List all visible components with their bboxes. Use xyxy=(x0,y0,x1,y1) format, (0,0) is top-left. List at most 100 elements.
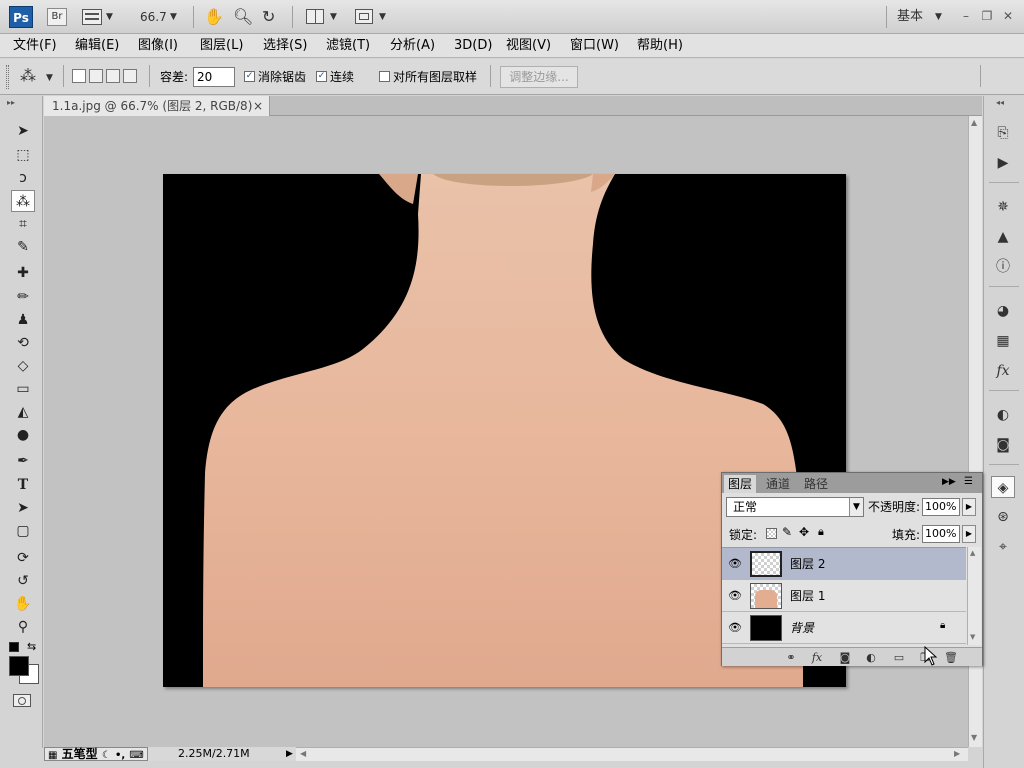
subtract-from-selection-icon[interactable] xyxy=(106,69,120,83)
screen-mode-icon[interactable] xyxy=(355,9,373,24)
visibility-eye-icon[interactable]: 👁︎ xyxy=(728,589,742,603)
zoom-tool-icon[interactable]: 🔍︎ xyxy=(233,7,253,27)
menu-view[interactable]: 视图(V) xyxy=(506,37,551,55)
scroll-left-icon[interactable]: ◀ xyxy=(300,749,306,758)
arrange-documents-icon[interactable] xyxy=(306,9,324,24)
chevron-down-icon[interactable]: ▼ xyxy=(106,12,113,22)
brush-tool-icon[interactable]: ✏ xyxy=(11,286,35,308)
color-panel-icon[interactable]: ◕ xyxy=(991,300,1015,322)
menu-select[interactable]: 选择(S) xyxy=(263,37,307,55)
horizontal-scrollbar[interactable]: ◀ ▶ xyxy=(296,747,968,761)
dodge-tool-icon[interactable]: ● xyxy=(11,424,35,446)
zoom-level[interactable]: 66.7 xyxy=(140,7,167,27)
path-selection-tool-icon[interactable]: ➤ xyxy=(11,497,35,519)
eyedropper-tool-icon[interactable]: ✎ xyxy=(11,236,35,258)
magic-wand-tool-icon[interactable]: ⁂ xyxy=(11,190,35,212)
chevron-down-icon[interactable]: ▼ xyxy=(379,12,386,22)
chevron-down-icon[interactable]: ▼ xyxy=(935,12,942,22)
pen-tool-icon[interactable]: ✒ xyxy=(11,450,35,472)
tab-paths[interactable]: 路径 xyxy=(800,475,832,493)
close-icon[interactable]: × xyxy=(253,96,263,116)
history-panel-icon[interactable]: ⎘ xyxy=(991,122,1015,144)
chevron-down-icon[interactable]: ▼ xyxy=(330,12,337,22)
blend-mode-select[interactable]: 正常 ▼ xyxy=(726,497,864,517)
actions-panel-icon[interactable]: ▶ xyxy=(991,152,1015,174)
channels-panel-icon[interactable]: ⊛ xyxy=(991,506,1015,528)
layer-style-icon[interactable]: fx xyxy=(808,650,826,665)
visibility-eye-icon[interactable]: 👁︎ xyxy=(728,557,742,571)
masks-panel-icon[interactable]: ◙ xyxy=(991,434,1015,456)
3d-rotate-tool-icon[interactable]: ⟳ xyxy=(11,547,35,569)
expand-panels-icon[interactable]: ◂◂ xyxy=(996,98,1004,107)
menu-layer[interactable]: 图层(L) xyxy=(200,37,243,55)
shape-tool-icon[interactable]: ▢ xyxy=(11,520,35,542)
menu-file[interactable]: 文件(F) xyxy=(13,37,57,55)
panel-menu-icon[interactable]: ☰ xyxy=(964,476,973,487)
rotate-view-icon[interactable]: ↻ xyxy=(262,7,275,27)
opacity-slider-arrow-icon[interactable]: ▶ xyxy=(962,498,976,516)
grip-handle[interactable] xyxy=(6,65,9,89)
scroll-down-icon[interactable]: ▼ xyxy=(971,733,977,742)
mini-bridge-icon[interactable] xyxy=(82,9,102,25)
new-selection-icon[interactable] xyxy=(72,69,86,83)
layer-row-layer-2[interactable]: 👁︎ 图层 2 xyxy=(722,548,966,580)
opacity-input[interactable]: 100% xyxy=(922,498,960,516)
history-brush-tool-icon[interactable]: ⟲ xyxy=(11,332,35,354)
magic-wand-icon[interactable]: ⁂ xyxy=(20,67,36,85)
healing-brush-tool-icon[interactable]: ✚ xyxy=(11,262,35,284)
eraser-tool-icon[interactable]: ◇ xyxy=(11,355,35,377)
refine-edge-button[interactable]: 调整边缘... xyxy=(500,66,578,88)
restore-icon[interactable]: ❐ xyxy=(979,8,995,24)
bridge-button[interactable]: Br xyxy=(47,8,67,26)
swatches-panel-icon[interactable]: ▦ xyxy=(991,330,1015,352)
new-group-icon[interactable]: ▭ xyxy=(890,650,908,665)
tab-layers[interactable]: 图层 xyxy=(724,475,757,493)
lasso-tool-icon[interactable]: ↄ xyxy=(11,167,35,189)
scroll-right-icon[interactable]: ▶ xyxy=(954,749,960,758)
marquee-tool-icon[interactable]: ⬚ xyxy=(11,144,35,166)
blur-tool-icon[interactable]: ◭ xyxy=(11,401,35,423)
menu-window[interactable]: 窗口(W) xyxy=(570,37,619,55)
collapse-panel-icon[interactable]: ▶▶ xyxy=(942,477,956,487)
fill-slider-arrow-icon[interactable]: ▶ xyxy=(962,525,976,543)
workspace-switcher[interactable]: 基本 xyxy=(897,7,923,27)
default-colors-icon[interactable] xyxy=(9,642,19,652)
link-layers-icon[interactable]: ⚭ xyxy=(782,650,800,665)
lock-position-icon[interactable]: ✥ xyxy=(799,525,809,539)
histogram-panel-icon[interactable]: ▲ xyxy=(991,226,1015,248)
new-adjustment-layer-icon[interactable]: ◐ xyxy=(862,650,880,665)
hand-tool-icon[interactable]: ✋ xyxy=(11,593,35,615)
menu-edit[interactable]: 编辑(E) xyxy=(75,37,119,55)
gradient-tool-icon[interactable]: ▭ xyxy=(11,378,35,400)
lock-all-icon[interactable]: 🔒︎ xyxy=(818,525,824,539)
menu-3d[interactable]: 3D(D) xyxy=(454,37,492,55)
lock-transparency-icon[interactable] xyxy=(766,528,777,539)
lock-pixels-icon[interactable]: ✎ xyxy=(782,525,792,539)
crop-tool-icon[interactable]: ⌗ xyxy=(11,213,35,235)
add-to-selection-icon[interactable] xyxy=(89,69,103,83)
ime-indicator[interactable]: ▦ 五笔型 ☾ •, ⌨ xyxy=(44,747,148,761)
tab-channels[interactable]: 通道 xyxy=(762,475,794,493)
type-tool-icon[interactable]: T xyxy=(11,474,35,496)
sample-all-layers-checkbox[interactable] xyxy=(379,71,390,82)
hand-tool-icon[interactable]: ✋ xyxy=(204,7,224,27)
menu-image[interactable]: 图像(I) xyxy=(138,37,178,55)
navigator-panel-icon[interactable]: ✵ xyxy=(991,196,1015,218)
zoom-tool-icon[interactable]: ⚲ xyxy=(11,616,35,638)
layer-row-background[interactable]: 👁︎ 背景 🔒︎ xyxy=(722,612,966,644)
delete-layer-icon[interactable]: 🗑︎ xyxy=(942,650,960,665)
close-icon[interactable]: ✕ xyxy=(1000,8,1016,24)
chevron-down-icon[interactable]: ▼ xyxy=(46,73,53,83)
document-tab[interactable]: 1.1a.jpg @ 66.7% (图层 2, RGB/8) * × xyxy=(44,96,270,133)
scroll-up-icon[interactable]: ▲ xyxy=(971,118,977,127)
menu-filter[interactable]: 滤镜(T) xyxy=(326,37,370,55)
quick-mask-icon[interactable] xyxy=(13,694,31,707)
antialias-checkbox[interactable]: ✓ xyxy=(244,71,255,82)
scroll-up-icon[interactable]: ▲ xyxy=(970,549,975,557)
menu-help[interactable]: 帮助(H) xyxy=(637,37,683,55)
collapse-icon[interactable]: ▸▸ xyxy=(7,98,15,107)
layer-list-scrollbar[interactable]: ▲ ▼ xyxy=(967,547,981,645)
move-tool-icon[interactable]: ➤ xyxy=(11,120,35,142)
swap-colors-icon[interactable]: ⇆ xyxy=(27,640,36,653)
tolerance-input[interactable]: 20 xyxy=(193,67,235,87)
